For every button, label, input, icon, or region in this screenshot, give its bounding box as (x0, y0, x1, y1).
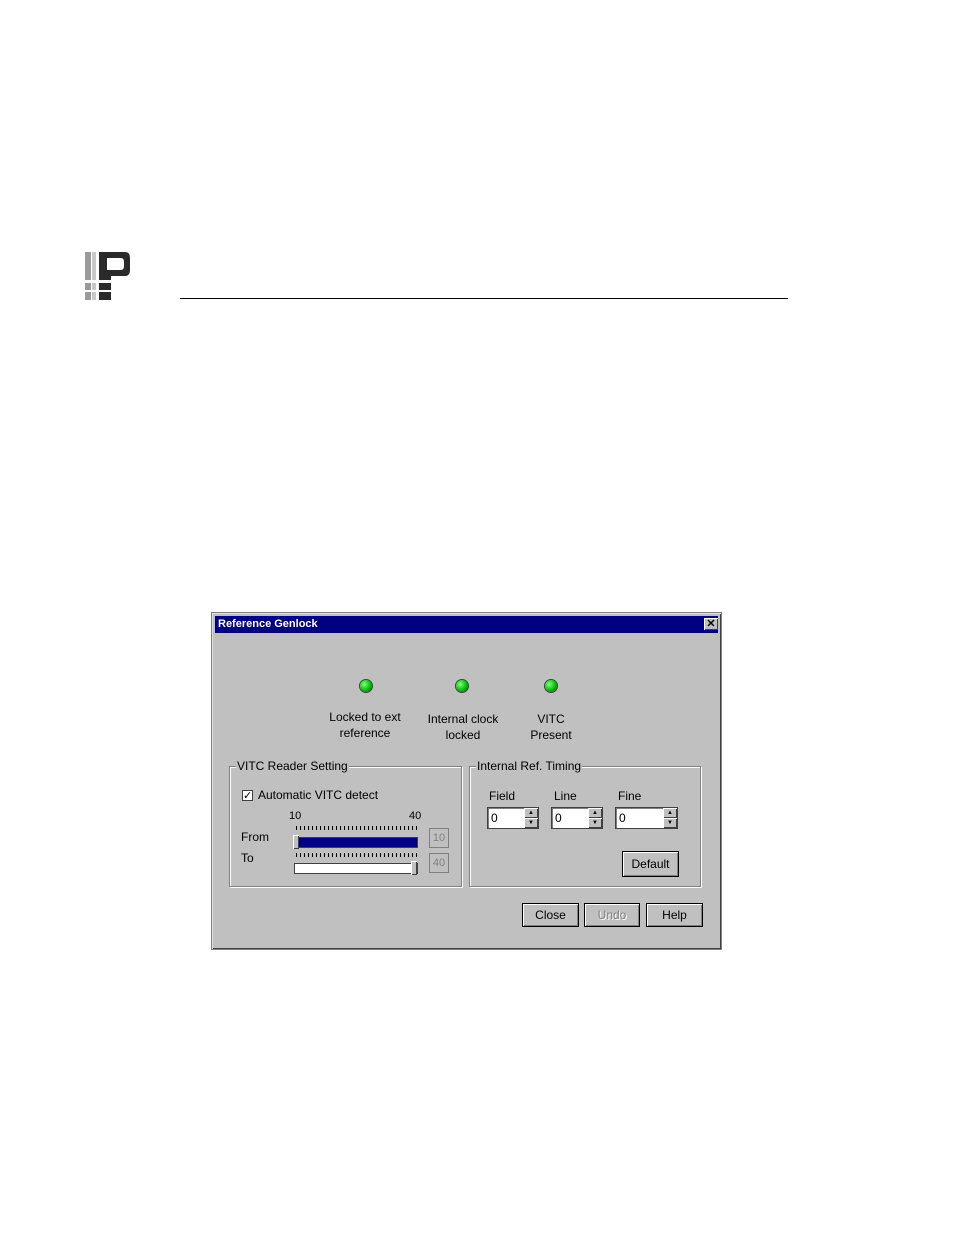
from-slider-fill (295, 838, 417, 847)
fine-up-arrow-icon[interactable]: ▲ (663, 808, 677, 818)
close-button[interactable]: Close (522, 903, 579, 927)
line-up-arrow-icon[interactable]: ▲ (588, 808, 602, 818)
vitc-present-led-icon (545, 680, 557, 692)
to-slider-ticks (296, 853, 418, 857)
scale-max-label: 40 (409, 810, 422, 822)
header-rule (180, 298, 788, 299)
default-button[interactable]: Default (622, 851, 679, 877)
title-bar[interactable]: Reference Genlock ✕ (215, 616, 718, 633)
internal-clock-led-icon (456, 680, 468, 692)
field-label: Field (489, 789, 516, 803)
field-spinner-arrows: ▲ ▼ (524, 808, 538, 828)
line-down-arrow-icon[interactable]: ▼ (588, 818, 602, 828)
auto-vitc-label[interactable]: Automatic VITC detect (258, 788, 378, 802)
fine-value: 0 (619, 811, 626, 825)
dialog-title: Reference Genlock (218, 618, 318, 630)
vitc-reader-group-title: VITC Reader Setting (236, 759, 349, 773)
line-label: Line (554, 789, 577, 803)
field-down-arrow-icon[interactable]: ▼ (524, 818, 538, 828)
field-value: 0 (491, 811, 498, 825)
line-spinner-arrows: ▲ ▼ (588, 808, 602, 828)
reference-genlock-dialog: Reference Genlock ✕ Locked to ext refere… (211, 612, 722, 950)
scale-min-label: 10 (289, 810, 302, 822)
field-up-arrow-icon[interactable]: ▲ (524, 808, 538, 818)
fine-spinner-arrows: ▲ ▼ (663, 808, 677, 828)
to-slider-thumb[interactable] (411, 861, 417, 875)
locked-ext-ref-label: Locked to ext reference (329, 710, 401, 740)
from-value-box: 10 (429, 828, 449, 848)
to-label: To (241, 851, 254, 865)
from-slider-track[interactable] (294, 837, 418, 848)
company-logo-icon (85, 250, 130, 302)
from-label: From (241, 830, 269, 844)
field-spinner[interactable]: 0 ▲ ▼ (487, 807, 539, 829)
close-icon[interactable]: ✕ (704, 618, 718, 630)
fine-spinner[interactable]: 0 ▲ ▼ (615, 807, 678, 829)
from-slider-ticks (296, 826, 418, 830)
fine-label: Fine (618, 789, 642, 803)
vitc-present-label: VITC Present (530, 712, 572, 742)
internal-timing-group-title: Internal Ref. Timing (476, 759, 583, 773)
from-slider-thumb[interactable] (293, 835, 299, 849)
auto-vitc-checkbox[interactable]: ✓ (242, 790, 253, 802)
locked-ext-ref-led-icon (360, 680, 372, 692)
undo-button: Undo (584, 903, 640, 927)
internal-clock-label: Internal clock locked (427, 712, 499, 742)
to-value-box: 40 (429, 853, 449, 873)
fine-down-arrow-icon[interactable]: ▼ (663, 818, 677, 828)
help-button[interactable]: Help (646, 903, 703, 927)
line-spinner[interactable]: 0 ▲ ▼ (551, 807, 603, 829)
to-slider-track[interactable] (294, 863, 418, 874)
line-value: 0 (555, 811, 562, 825)
